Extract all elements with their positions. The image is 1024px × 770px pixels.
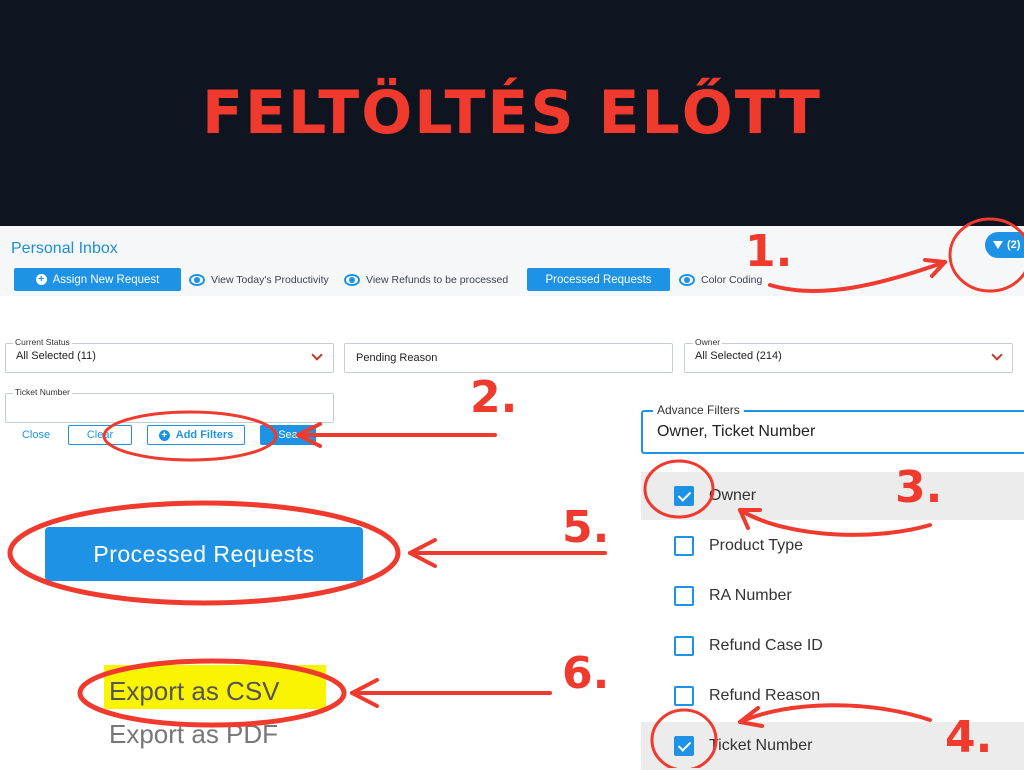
option-label: Ticket Number: [709, 737, 813, 754]
step-4-label: 4.: [945, 712, 993, 763]
option-owner[interactable]: [641, 472, 1024, 520]
ticket-number-label: Ticket Number: [13, 387, 72, 397]
banner-title: FELTÖLTÉS ELŐTT: [202, 78, 822, 148]
view-productivity-link[interactable]: View Today's Productivity: [189, 274, 329, 286]
step-3-label: 3.: [895, 462, 943, 513]
eye-icon: [344, 274, 360, 286]
close-button[interactable]: Close: [14, 426, 58, 444]
funnel-icon: [993, 241, 1003, 249]
option-refund-case-id[interactable]: [641, 622, 1024, 670]
option-label: Product Type: [709, 537, 803, 554]
step-2-label: 2.: [470, 372, 518, 423]
step-5-label: 5.: [562, 502, 610, 553]
step-1-label: 1.: [745, 226, 793, 277]
view-refunds-label: View Refunds to be processed: [366, 274, 509, 286]
page-title: Personal Inbox: [11, 240, 118, 257]
option-label: Owner: [709, 487, 757, 504]
export-pdf-option[interactable]: Export as PDF: [109, 719, 278, 750]
assign-new-request-button[interactable]: + Assign New Request: [14, 268, 181, 291]
option-label: Refund Case ID: [709, 637, 823, 654]
option-product-type[interactable]: [641, 522, 1024, 570]
filter-toggle-button[interactable]: (2): [985, 232, 1024, 258]
pending-reason-value: Pending Reason: [356, 352, 438, 364]
assign-new-request-label: Assign New Request: [52, 273, 160, 286]
processed-requests-zoom-button[interactable]: Processed Requests: [45, 527, 363, 581]
plus-icon: +: [35, 274, 47, 285]
option-ra-number[interactable]: [641, 572, 1024, 620]
advance-filters-value: Owner, Ticket Number: [657, 423, 816, 440]
owner-value: All Selected (214): [695, 350, 782, 362]
add-filters-button[interactable]: + Add Filters: [147, 425, 245, 445]
export-csv-option[interactable]: Export as CSV: [109, 676, 280, 707]
clear-button[interactable]: Clear: [68, 425, 132, 445]
plus-icon: +: [158, 429, 170, 441]
eye-icon: [189, 274, 205, 286]
option-label: Refund Reason: [709, 687, 821, 704]
filter-count: (2): [1007, 239, 1021, 251]
current-status-value: All Selected (11): [16, 350, 96, 362]
search-button[interactable]: Sea: [260, 425, 316, 445]
eye-icon: [679, 274, 695, 286]
processed-requests-label: Processed Requests: [545, 273, 652, 286]
current-status-label: Current Status: [13, 337, 72, 347]
option-label: RA Number: [709, 587, 792, 604]
advance-filters-label: Advance Filters: [653, 403, 744, 417]
processed-requests-button[interactable]: Processed Requests: [527, 268, 670, 291]
checkbox-owner[interactable]: [674, 486, 694, 506]
checkbox-refund-reason[interactable]: [674, 686, 694, 706]
checkbox-ra-number[interactable]: [674, 586, 694, 606]
step-6-label: 6.: [562, 648, 610, 699]
ticket-number-input[interactable]: [5, 393, 334, 423]
view-refunds-link[interactable]: View Refunds to be processed: [344, 274, 508, 286]
add-filters-label: Add Filters: [175, 429, 234, 441]
view-productivity-label: View Today's Productivity: [211, 274, 329, 286]
checkbox-refund-case-id[interactable]: [674, 636, 694, 656]
checkbox-ticket-number[interactable]: [674, 736, 694, 756]
owner-label: Owner: [693, 337, 723, 347]
checkbox-product-type[interactable]: [674, 536, 694, 556]
